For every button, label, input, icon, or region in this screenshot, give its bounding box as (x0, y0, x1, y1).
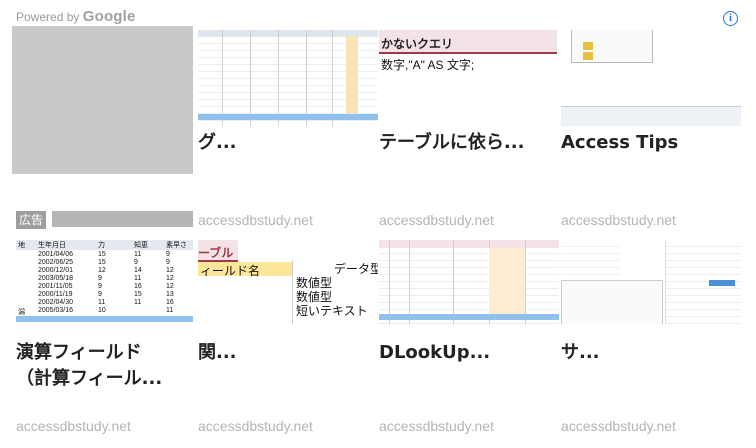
table-cell: 2003/05/18 (38, 275, 74, 282)
ad-source-placeholder (52, 211, 193, 227)
table-cell: 2001/11/05 (38, 283, 73, 290)
table-cell: 9 (134, 259, 138, 266)
table-cell: 12 (166, 267, 174, 274)
table-cell: 9 (98, 291, 102, 298)
card-title[interactable]: サ... (561, 340, 600, 366)
table-cell: 12 (98, 267, 106, 274)
table-cell: 11 (134, 251, 142, 258)
card-thumbnail: かないクエリ 数字,"A" AS 文字; (379, 30, 559, 126)
card-thumbnail: ーブル ィールド名 データ型 数値型 数値型 短いテキスト (198, 240, 378, 324)
table-cell: 13 (166, 291, 174, 298)
table-cell: 2000/11/19 (38, 291, 73, 298)
table-cell: 11 (134, 275, 142, 282)
card-source[interactable]: accessdbstudy.net (198, 212, 313, 228)
table-cell: 16 (166, 299, 174, 306)
table-cell: 15 (98, 251, 106, 258)
info-icon[interactable]: i (723, 11, 738, 26)
table-cell: 16 (134, 283, 142, 290)
table-cell: 9 (98, 275, 102, 282)
table-cell: 15 (98, 259, 106, 266)
table-cell: 9 (166, 251, 170, 258)
table-cell: 15 (134, 291, 142, 298)
card-source[interactable]: accessdbstudy.net (198, 418, 313, 434)
card-title[interactable]: 演算フィールド （計算フィール... (16, 340, 162, 392)
table-cell: 9 (98, 283, 102, 290)
google-logo: Google (82, 8, 136, 25)
table-cell: 10 (98, 307, 106, 314)
card-source[interactable]: accessdbstudy.net (379, 212, 494, 228)
card-title[interactable]: DLookUp... (379, 340, 490, 366)
table-header: 素早さ (166, 242, 187, 249)
ad-badge: 広告 (16, 211, 47, 229)
table-header: 生年月日 (38, 242, 66, 249)
powered-by-google: Powered by Google (16, 8, 136, 25)
table-header: 力 (98, 242, 105, 249)
card-title[interactable]: 関... (198, 340, 237, 366)
table-cell: 2001/04/06 (38, 251, 74, 258)
card-source[interactable]: accessdbstudy.net (561, 212, 676, 228)
powered-by-label: Powered by (16, 10, 80, 24)
card-thumbnail (198, 30, 378, 126)
card-thumbnail (561, 30, 741, 126)
table-header: 地 (18, 242, 25, 249)
table-cell: 11 (166, 307, 174, 314)
card-thumbnail (561, 240, 741, 324)
table-cell: 9 (166, 259, 170, 266)
ad-image-placeholder[interactable] (12, 26, 193, 174)
table-cell: 14 (134, 267, 142, 274)
table-cell: 12 (166, 275, 174, 282)
table-cell: 11 (98, 299, 106, 306)
table-cell: 2000/12/01 (38, 267, 74, 274)
card-source[interactable]: accessdbstudy.net (561, 418, 676, 434)
card-source[interactable]: accessdbstudy.net (16, 418, 131, 434)
table-cell: 2005/03/16 (38, 307, 74, 314)
card-title[interactable]: テーブルに依ら... (379, 130, 524, 156)
card-source[interactable]: accessdbstudy.net (379, 418, 494, 434)
card-thumbnail (379, 240, 559, 324)
card-thumbnail: 地生年月日力知恵 素早さ 2001/04/06 15 11 9 2002/06/25 15 9… (16, 240, 193, 324)
table-cell: 12 (166, 283, 174, 290)
table-header: 知恵 (134, 242, 148, 249)
table-cell: 2002/06/25 (38, 259, 74, 266)
card-title[interactable]: Access Tips (561, 130, 678, 156)
table-cell: 11 (134, 299, 142, 306)
table-cell: 2002/04/30 (38, 299, 74, 306)
card-title[interactable]: グ... (198, 130, 237, 156)
